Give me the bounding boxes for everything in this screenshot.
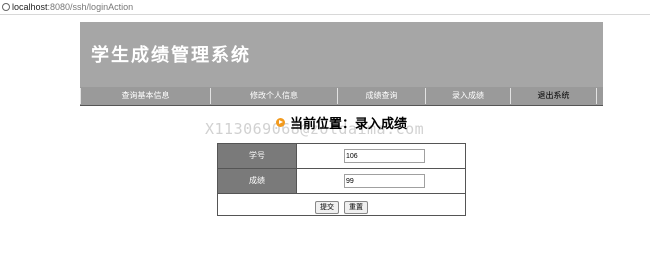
student-id-input[interactable] [344, 149, 425, 163]
submit-button[interactable]: 提交 [314, 200, 339, 214]
address-bar[interactable]: localhost:8080/ssh/loginAction [0, 0, 650, 15]
url-text[interactable]: localhost:8080/ssh/loginAction [12, 0, 133, 14]
student-id-row: 学号 [218, 144, 465, 169]
nav-item-query-basic-info[interactable]: 查询基本信息 [80, 88, 211, 104]
score-label: 成绩 [218, 169, 297, 193]
app-title: 学生成绩管理系统 [91, 45, 251, 66]
nav-item-edit-profile[interactable]: 修改个人信息 [211, 88, 338, 104]
nav-item-enter-grades[interactable]: 录入成绩 [426, 88, 511, 104]
score-input[interactable] [344, 174, 425, 188]
nav-bar: 查询基本信息 修改个人信息 成绩查询 录入成绩 退出系统 [80, 87, 603, 105]
reset-button[interactable]: 重置 [344, 200, 369, 214]
nav-item-grade-query[interactable]: 成绩查询 [338, 88, 426, 104]
page-heading: 当前位置：录入成绩 [276, 116, 407, 134]
nav-item-logout[interactable]: 退出系统 [511, 88, 597, 104]
grade-entry-form: 学号 成绩 提交 重置 [217, 143, 466, 216]
globe-icon [2, 3, 10, 11]
form-actions: 提交 重置 [218, 194, 465, 216]
url-path: :8080/ssh/loginAction [47, 2, 134, 12]
page-heading-text: 当前位置：录入成绩 [290, 117, 408, 132]
arrow-right-icon [276, 118, 285, 127]
student-id-label: 学号 [218, 144, 297, 168]
url-host: localhost [12, 2, 48, 12]
score-row: 成绩 [218, 169, 465, 194]
nav-divider [80, 105, 603, 106]
header-banner: 学生成绩管理系统 [80, 22, 603, 88]
